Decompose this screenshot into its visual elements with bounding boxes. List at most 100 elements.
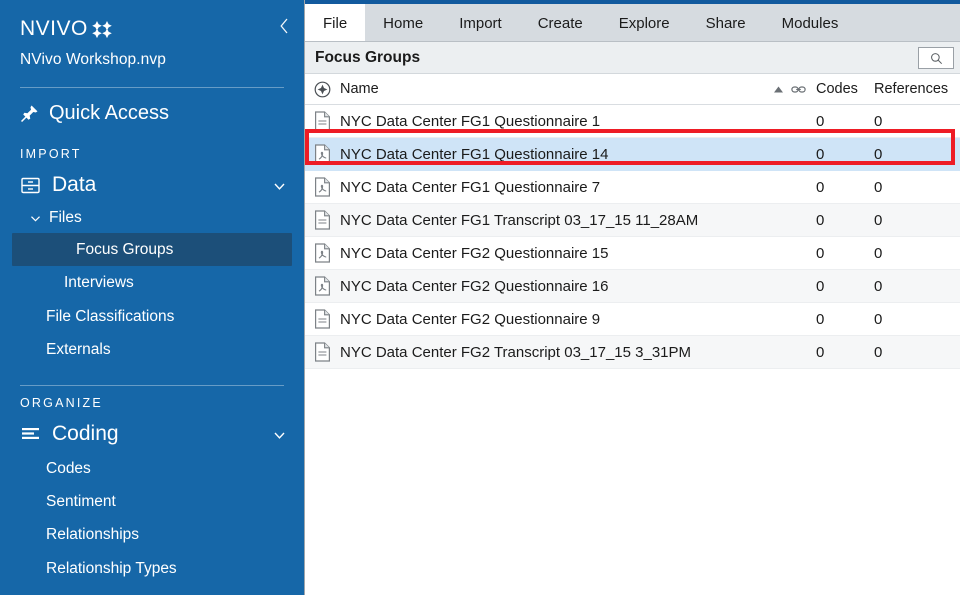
table-row[interactable]: NYC Data Center FG2 Questionnaire 9 0 0	[305, 303, 960, 336]
nvivo-diamond-cluster-icon	[92, 20, 112, 38]
table-row[interactable]: NYC Data Center FG1 Questionnaire 14 0 0	[305, 138, 960, 171]
column-header-references[interactable]: References	[874, 81, 960, 97]
navigation-sidebar: NVIVO NVivo Workshop.nvp Quick Access IM…	[0, 0, 304, 595]
row-codes: 0	[816, 178, 825, 196]
sidebar-item-focus-groups-label: Focus Groups	[76, 241, 174, 258]
table-row[interactable]: NYC Data Center FG2 Questionnaire 16 0 0	[305, 270, 960, 303]
sidebar-subgroup-files-label: Files	[49, 209, 82, 226]
sidebar-item-interviews[interactable]: Interviews	[0, 266, 304, 299]
nvivo-application-window: NVIVO NVivo Workshop.nvp Quick Access IM…	[0, 0, 960, 595]
row-references: 0	[874, 343, 883, 361]
document-icon	[315, 210, 330, 230]
tab-create[interactable]: Create	[520, 4, 601, 42]
row-codes: 0	[816, 112, 825, 130]
pdf-document-icon	[315, 144, 330, 164]
chevron-down-icon	[274, 432, 285, 439]
tab-home-label: Home	[383, 14, 424, 32]
sidebar-item-file-classifications-label: File Classifications	[46, 307, 175, 325]
tab-modules[interactable]: Modules	[764, 4, 857, 42]
sidebar-group-data[interactable]: Data	[0, 169, 304, 203]
tab-file-label: File	[323, 14, 348, 32]
row-name: NYC Data Center FG2 Questionnaire 9	[340, 310, 601, 328]
file-list: NYC Data Center FG1 Questionnaire 1 0 0 …	[305, 105, 960, 595]
sidebar-item-interviews-label: Interviews	[64, 274, 134, 292]
row-name: NYC Data Center FG1 Questionnaire 14	[340, 145, 609, 163]
nvivo-logo: NVIVO	[20, 18, 284, 39]
row-references: 0	[874, 211, 883, 229]
table-row[interactable]: NYC Data Center FG1 Transcript 03_17_15 …	[305, 204, 960, 237]
quick-access-label: Quick Access	[49, 102, 170, 124]
chevron-down-icon	[31, 215, 40, 222]
column-header-name[interactable]: Name	[340, 81, 773, 97]
tab-import-label: Import	[459, 14, 502, 32]
nvivo-logo-text: NVIVO	[20, 17, 88, 40]
row-references: 0	[874, 145, 883, 163]
document-icon	[315, 309, 330, 329]
ribbon-tab-bar: File Home Import Create Explore Share Mo…	[305, 4, 960, 42]
sidebar-subgroup-files[interactable]: Files	[0, 203, 304, 233]
tab-import[interactable]: Import	[441, 4, 520, 42]
circle-diamond-icon[interactable]	[314, 81, 331, 98]
table-row[interactable]: NYC Data Center FG1 Questionnaire 7 0 0	[305, 171, 960, 204]
tab-create-label: Create	[537, 14, 583, 32]
tab-share-label: Share	[705, 14, 746, 32]
sidebar-item-quick-access[interactable]: Quick Access	[0, 88, 304, 137]
sidebar-group-coding[interactable]: Coding	[0, 418, 304, 452]
row-name: NYC Data Center FG2 Questionnaire 15	[340, 244, 609, 262]
sidebar-item-focus-groups[interactable]: Focus Groups	[12, 233, 292, 267]
row-codes: 0	[816, 277, 825, 295]
pdf-document-icon	[315, 243, 330, 263]
document-icon	[315, 342, 330, 362]
sidebar-item-externals[interactable]: Externals	[0, 333, 304, 366]
document-icon	[315, 111, 330, 131]
table-row[interactable]: NYC Data Center FG2 Transcript 03_17_15 …	[305, 336, 960, 369]
list-column-header: Name Codes References	[305, 74, 960, 105]
project-name: NVivo Workshop.nvp	[20, 51, 166, 68]
row-name: NYC Data Center FG2 Transcript 03_17_15 …	[340, 343, 692, 361]
sidebar-item-file-classifications[interactable]: File Classifications	[0, 300, 304, 333]
main-content-area: File Home Import Create Explore Share Mo…	[304, 0, 960, 595]
column-header-codes[interactable]: Codes	[816, 81, 874, 97]
search-input[interactable]	[918, 47, 954, 69]
pdf-document-icon	[315, 276, 330, 296]
row-name: NYC Data Center FG1 Questionnaire 1	[340, 112, 601, 130]
table-row[interactable]: NYC Data Center FG1 Questionnaire 1 0 0	[305, 105, 960, 138]
sidebar-item-relationship-types[interactable]: Relationship Types	[0, 552, 304, 585]
sidebar-section-import-label: IMPORT	[20, 147, 82, 161]
row-references: 0	[874, 277, 883, 295]
sidebar-group-coding-label: Coding	[52, 421, 119, 445]
row-codes: 0	[816, 343, 825, 361]
row-references: 0	[874, 112, 883, 130]
sidebar-group-data-label: Data	[52, 173, 97, 196]
page-title: Focus Groups	[315, 48, 421, 66]
tab-file[interactable]: File	[305, 4, 366, 42]
row-codes: 0	[816, 244, 825, 262]
sidebar-item-codes-label: Codes	[46, 459, 91, 477]
tab-explore-label: Explore	[618, 14, 670, 32]
tab-share[interactable]: Share	[688, 4, 764, 42]
tab-modules-label: Modules	[781, 14, 839, 32]
table-row[interactable]: NYC Data Center FG2 Questionnaire 15 0 0	[305, 237, 960, 270]
chevron-down-icon	[274, 183, 285, 190]
link-chain-icon[interactable]	[791, 82, 806, 97]
list-lines-icon	[22, 428, 39, 439]
sidebar-item-sentiment[interactable]: Sentiment	[0, 485, 304, 518]
row-codes: 0	[816, 211, 825, 229]
sidebar-item-codes[interactable]: Codes	[0, 452, 304, 485]
sidebar-section-organize-label: ORGANIZE	[20, 395, 103, 410]
row-name: NYC Data Center FG1 Transcript 03_17_15 …	[340, 211, 699, 229]
row-name: NYC Data Center FG2 Questionnaire 16	[340, 277, 609, 295]
row-references: 0	[874, 310, 883, 328]
sidebar-item-sentiment-label: Sentiment	[46, 492, 116, 510]
pin-icon	[20, 105, 38, 123]
tab-home[interactable]: Home	[365, 4, 441, 42]
row-codes: 0	[816, 145, 825, 163]
chevron-left-icon	[280, 18, 288, 34]
sidebar-item-relationships[interactable]: Relationships	[0, 518, 304, 551]
sidebar-item-relationship-types-label: Relationship Types	[46, 559, 177, 577]
sort-ascending-icon[interactable]	[773, 85, 784, 94]
sidebar-collapse-button[interactable]	[279, 18, 290, 37]
tab-explore[interactable]: Explore	[601, 4, 688, 42]
sidebar-item-relationships-label: Relationships	[46, 526, 140, 544]
sidebar-header: NVIVO NVivo Workshop.nvp	[0, 0, 304, 69]
